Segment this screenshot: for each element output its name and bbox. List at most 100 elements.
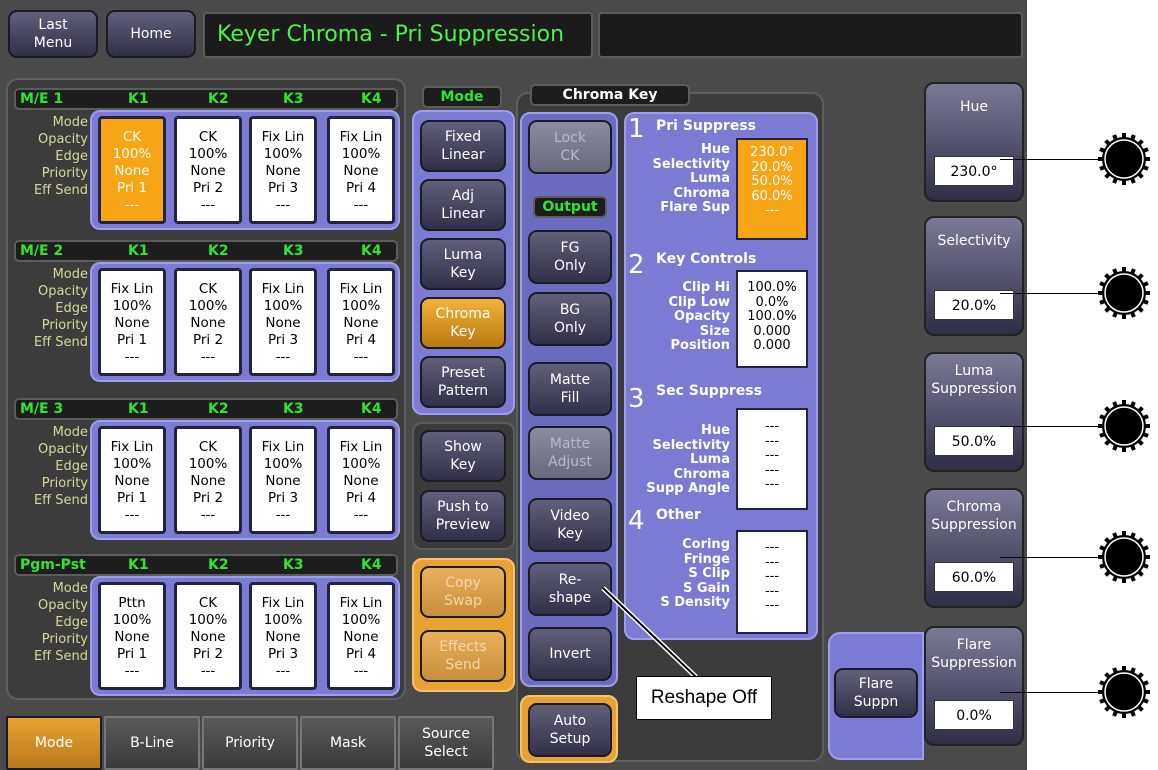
knob-leader-line bbox=[1000, 692, 1100, 693]
knob-parameter-value[interactable]: 60.0% bbox=[934, 562, 1014, 592]
key-status-cell[interactable]: Fix Lin 100% None Pri 3 --- bbox=[249, 426, 317, 534]
key-controls-values[interactable]: 100.0% 0.0% 100.0% 0.000 0.000 bbox=[736, 270, 808, 368]
bottom-tab[interactable]: Mode bbox=[6, 716, 102, 770]
fixed-linear-button[interactable]: Fixed Linear bbox=[420, 120, 506, 172]
knob-parameter-value[interactable]: 0.0% bbox=[934, 700, 1014, 730]
bg-only-button[interactable]: BG Only bbox=[528, 292, 612, 346]
key-edge: None bbox=[265, 473, 301, 489]
key-controls-labels: Clip Hi Clip Low Opacity Size Position bbox=[668, 280, 730, 353]
key-status-cell[interactable]: Fix Lin 100% None Pri 3 --- bbox=[249, 582, 317, 690]
key-priority: Pri 1 bbox=[116, 180, 148, 196]
knob-parameter-value[interactable]: 20.0% bbox=[934, 290, 1014, 320]
rotary-knob-icon[interactable] bbox=[1098, 400, 1150, 452]
key-mode: CK bbox=[198, 595, 218, 611]
key-status-cell[interactable]: Fix Lin 100% None Pri 4 --- bbox=[327, 426, 395, 534]
key-status-cell[interactable]: CK 100% None Pri 2 --- bbox=[174, 116, 242, 224]
key-edge: None bbox=[114, 473, 150, 489]
invert-button[interactable]: Invert bbox=[528, 627, 612, 681]
other-values[interactable]: --- --- --- --- --- bbox=[736, 530, 808, 634]
key-eff: --- bbox=[353, 349, 369, 365]
rotary-knob-icon[interactable] bbox=[1098, 267, 1150, 319]
key-opacity: 100% bbox=[188, 456, 228, 472]
bottom-tab[interactable]: Source Select bbox=[398, 716, 494, 770]
other-labels: Coring Fringe S Clip S Gain S Density bbox=[660, 537, 730, 610]
key-opacity: 100% bbox=[263, 146, 303, 162]
last-menu-button[interactable]: Last Menu bbox=[8, 10, 98, 58]
key-status-cell[interactable]: CK 100% None Pri 1 --- bbox=[98, 116, 166, 224]
key-status-cell[interactable]: Fix Lin 100% None Pri 1 --- bbox=[98, 268, 166, 376]
lock-ck-button[interactable]: Lock CK bbox=[528, 120, 612, 174]
auto-setup-button[interactable]: Auto Setup bbox=[528, 703, 612, 757]
key-label: K4 bbox=[361, 401, 382, 417]
key-opacity: 100% bbox=[188, 298, 228, 314]
key-opacity: 100% bbox=[263, 612, 303, 628]
chroma-key-title: Chroma Key bbox=[530, 84, 690, 106]
rotary-knob-icon[interactable] bbox=[1098, 666, 1150, 718]
key-status-cell[interactable]: Fix Lin 100% None Pri 1 --- bbox=[98, 426, 166, 534]
knob-parameter-name: Luma Suppression bbox=[931, 363, 1017, 397]
matte-adjust-button[interactable]: Matte Adjust bbox=[528, 426, 612, 480]
push-to-preview-button[interactable]: Push to Preview bbox=[420, 490, 506, 542]
knob-leader-line bbox=[1000, 557, 1100, 558]
key-opacity: 100% bbox=[112, 456, 152, 472]
video-key-button[interactable]: Video Key bbox=[528, 498, 612, 552]
knob-parameter-value[interactable]: 50.0% bbox=[934, 426, 1014, 456]
key-label: K3 bbox=[283, 91, 304, 107]
flare-suppn-button[interactable]: Flare Suppn bbox=[834, 668, 918, 718]
preset-pattern-button[interactable]: Preset Pattern bbox=[420, 356, 506, 408]
key-opacity: 100% bbox=[112, 612, 152, 628]
pri-suppress-labels: Hue Selectivity Luma Chroma Flare Sup bbox=[652, 142, 730, 215]
key-eff: --- bbox=[200, 349, 216, 365]
bottom-tab[interactable]: B-Line bbox=[104, 716, 200, 770]
rotary-knob-icon[interactable] bbox=[1098, 531, 1150, 583]
key-mode: Fix Lin bbox=[110, 439, 154, 455]
screen: Last Menu Home Keyer Chroma - Pri Suppre… bbox=[0, 0, 1027, 770]
key-edge: None bbox=[190, 473, 226, 489]
show-key-button[interactable]: Show Key bbox=[420, 430, 506, 482]
key-status-cell[interactable]: Fix Lin 100% None Pri 3 --- bbox=[249, 116, 317, 224]
me-name: Pgm-Pst bbox=[20, 557, 86, 573]
copy-swap-button[interactable]: Copy Swap bbox=[420, 566, 506, 618]
row-labels: Mode Opacity Edge Priority Eff Send bbox=[33, 267, 88, 350]
matte-fill-button[interactable]: Matte Fill bbox=[528, 362, 612, 416]
knob-parameter-value[interactable]: 230.0° bbox=[934, 156, 1014, 186]
key-opacity: 100% bbox=[341, 456, 381, 472]
key-controls-title: Key Controls bbox=[656, 251, 757, 267]
key-mode: Fix Lin bbox=[339, 129, 383, 145]
knob-parameter-name: Flare Suppression bbox=[931, 637, 1017, 671]
key-priority: Pri 3 bbox=[267, 490, 299, 506]
pri-suppress-values[interactable]: 230.0° 20.0% 50.0% 60.0% --- bbox=[736, 138, 808, 240]
home-button[interactable]: Home bbox=[106, 10, 196, 58]
knob-parameter-name: Selectivity bbox=[937, 233, 1011, 249]
key-edge: None bbox=[265, 629, 301, 645]
bottom-tab[interactable]: Mask bbox=[300, 716, 396, 770]
reshape-button[interactable]: Re- shape bbox=[528, 562, 612, 616]
key-status-cell[interactable]: CK 100% None Pri 2 --- bbox=[174, 268, 242, 376]
key-status-cell[interactable]: Fix Lin 100% None Pri 4 --- bbox=[327, 116, 395, 224]
chroma-key-button[interactable]: Chroma Key bbox=[420, 297, 506, 349]
key-opacity: 100% bbox=[112, 146, 152, 162]
knob-label-panel: Hue 230.0° bbox=[924, 82, 1024, 202]
key-mode: Fix Lin bbox=[261, 281, 305, 297]
key-opacity: 100% bbox=[188, 146, 228, 162]
section-number-2: 2 bbox=[628, 250, 645, 280]
bottom-tab[interactable]: Priority bbox=[202, 716, 298, 770]
key-status-cell[interactable]: CK 100% None Pri 2 --- bbox=[174, 426, 242, 534]
key-edge: None bbox=[114, 315, 150, 331]
key-status-cell[interactable]: Fix Lin 100% None Pri 3 --- bbox=[249, 268, 317, 376]
effects-send-button[interactable]: Effects Send bbox=[420, 630, 506, 682]
key-status-cell[interactable]: Fix Lin 100% None Pri 4 --- bbox=[327, 268, 395, 376]
sec-suppress-values[interactable]: --- --- --- --- --- bbox=[736, 408, 808, 510]
me-header: M/E 3 K1 K2 K3 K4 bbox=[14, 398, 398, 420]
rotary-knob-icon[interactable] bbox=[1098, 133, 1150, 185]
key-label: K2 bbox=[208, 401, 229, 417]
me-name: M/E 1 bbox=[20, 91, 64, 107]
fg-only-button[interactable]: FG Only bbox=[528, 230, 612, 284]
key-label: K4 bbox=[361, 557, 382, 573]
key-edge: None bbox=[343, 629, 379, 645]
luma-key-button[interactable]: Luma Key bbox=[420, 238, 506, 290]
key-status-cell[interactable]: CK 100% None Pri 2 --- bbox=[174, 582, 242, 690]
key-status-cell[interactable]: Pttn 100% None Pri 1 --- bbox=[98, 582, 166, 690]
key-status-cell[interactable]: Fix Lin 100% None Pri 4 --- bbox=[327, 582, 395, 690]
adj-linear-button[interactable]: Adj Linear bbox=[420, 179, 506, 231]
